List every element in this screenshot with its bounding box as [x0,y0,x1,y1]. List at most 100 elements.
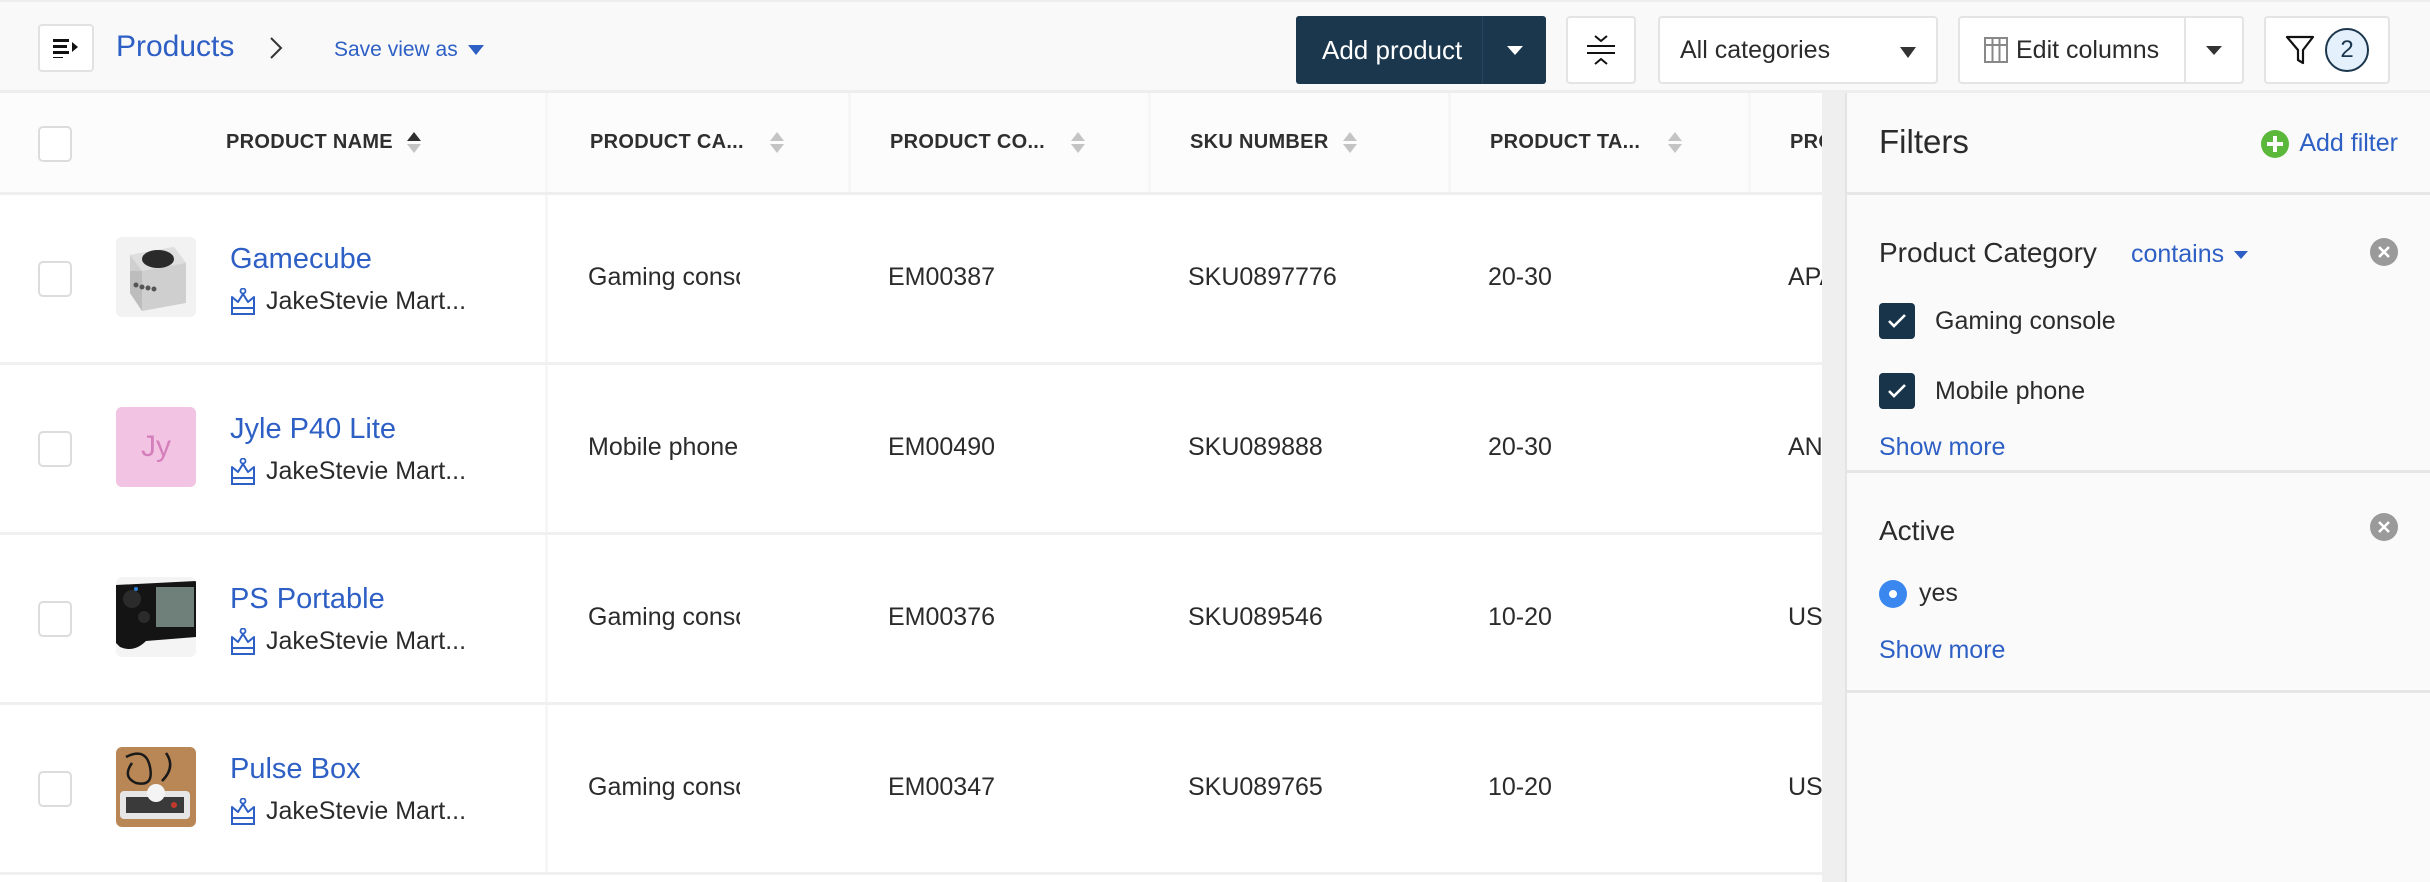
cell-sku-number: SKU089888 [1188,433,1323,461]
cell-truncated: US [1788,603,1822,631]
filter-option-mobile-phone[interactable]: Mobile phone [1879,373,2085,409]
edit-columns-label: Edit columns [2016,35,2160,64]
add-product-button[interactable]: Add product [1296,16,1482,84]
column-header-label: PRO [1790,131,1822,153]
row-checkbox[interactable] [38,771,72,807]
cell-product-code: EM00490 [888,433,996,461]
product-name-link[interactable]: Gamecube [230,243,372,276]
filter-option-gaming-console[interactable]: Gaming console [1879,303,2116,339]
chevron-down-icon [467,45,484,55]
cell-product-tag: 10-20 [1488,603,1552,631]
column-divider[interactable] [545,93,548,192]
filter-operator-dropdown[interactable]: contains [2131,240,2249,269]
close-icon [2378,521,2390,533]
column-header-product-code[interactable]: PRODUCT CO... [890,93,1086,192]
row-density-button[interactable] [1566,16,1636,84]
remove-filter-button[interactable] [2370,513,2398,541]
cell-product-code: EM00387 [888,263,996,291]
chevron-down-icon [1900,46,1916,58]
column-divider[interactable] [848,93,851,192]
product-owner: JakeStevie Mart... [230,287,466,316]
sort-ascending-icon [406,132,421,153]
owner-name: JakeStevie Mart... [266,287,467,315]
controller-image-icon [116,747,196,827]
filters-panel: Filters Add filter Product Category cont… [1845,93,2430,882]
column-header-product-tag[interactable]: PRODUCT TA... [1490,93,1683,192]
category-select[interactable]: All categories [1658,16,1938,84]
filter-option-yes[interactable]: yes [1879,579,1958,608]
cell-truncated: APAC [1788,263,1822,291]
sidebar-toggle-button[interactable] [38,24,94,72]
column-divider [545,535,548,702]
product-initials-avatar: Jy [116,407,196,487]
row-checkbox[interactable] [38,431,72,467]
column-header-label: PRODUCT CO... [890,131,1046,153]
edit-columns-button[interactable]: Edit columns [1960,18,2186,82]
crown-icon [231,287,255,315]
active-filter-count-badge: 2 [2325,28,2369,72]
column-header-label: PRODUCT CA... [590,131,744,153]
column-divider [545,365,548,532]
cell-truncated: ANZ [1788,433,1822,461]
filter-toggle-button[interactable]: 2 [2264,16,2390,84]
product-name-link[interactable]: Jyle P40 Lite [230,413,396,446]
table-columns-icon [1984,37,2008,63]
product-name-link[interactable]: Pulse Box [230,753,361,786]
close-icon [2378,246,2390,258]
table-row[interactable]: Jy Jyle P40 Lite JakeStevie Mart... Mobi… [0,365,1822,535]
select-all-checkbox[interactable] [38,126,72,162]
add-product-menu-button[interactable] [1482,16,1546,84]
column-divider[interactable] [1448,93,1451,192]
cell-product-tag: 20-30 [1488,433,1552,461]
save-view-as-label: Save view as [334,38,458,61]
edit-columns-menu-button[interactable] [2186,18,2242,82]
cell-product-tag: 10-20 [1488,773,1552,801]
owner-name: JakeStevie Mart... [266,627,467,655]
sort-icon [769,132,784,153]
cell-truncated: US [1788,773,1822,801]
owner-name: JakeStevie Mart... [266,457,467,485]
top-toolbar: Products Save view as Add product All ca… [0,0,2430,93]
column-header-product-category[interactable]: PRODUCT CA... [590,93,784,192]
column-header-product-name[interactable]: PRODUCT NAME [226,93,421,192]
column-divider[interactable] [1148,93,1151,192]
column-divider[interactable] [1748,93,1751,192]
remove-filter-button[interactable] [2370,238,2398,266]
filter-section-active: Active yes Show more [1847,473,2430,693]
filter-icon [2285,35,2315,65]
add-product-split-button: Add product [1296,16,1546,84]
crown-icon [231,627,255,655]
table-row[interactable]: Gamecube JakeStevie Mart... Gaming conso… [0,195,1822,365]
collapse-rows-icon [1587,35,1615,65]
save-view-as-dropdown[interactable]: Save view as [334,38,484,62]
table-row[interactable]: PS Portable JakeStevie Mart... Gaming co… [0,535,1822,705]
column-header-truncated[interactable]: PRO [1790,93,1822,192]
sort-icon [1668,132,1683,153]
cell-product-code: EM00347 [888,773,996,801]
cell-product-category: Mobile phone [588,433,739,461]
column-header-sku-number[interactable]: SKU NUMBER [1190,93,1357,192]
products-table: PRODUCT NAME PRODUCT CA... PRODUCT CO...… [0,93,1822,882]
checkbox-checked[interactable] [1879,303,1915,339]
radio-selected[interactable] [1879,579,1907,608]
table-row[interactable]: Pulse Box JakeStevie Mart... Gaming cons… [0,705,1822,875]
category-select-value: All categories [1680,35,1831,64]
table-header: PRODUCT NAME PRODUCT CA... PRODUCT CO...… [0,93,1822,195]
breadcrumb-products[interactable]: Products [116,30,234,64]
column-header-label: PRODUCT NAME [226,131,393,153]
add-filter-button[interactable]: Add filter [2261,129,2398,158]
cell-product-category: Gaming console [588,263,740,291]
row-checkbox[interactable] [38,261,72,297]
show-more-link[interactable]: Show more [1879,636,2005,665]
panel-resize-gutter[interactable] [1822,93,1845,882]
product-thumbnail [116,237,196,317]
filter-option-label: yes [1919,579,1958,607]
row-checkbox[interactable] [38,601,72,637]
filters-title: Filters [1879,123,1969,160]
show-more-link[interactable]: Show more [1879,433,2005,462]
cell-product-tag: 20-30 [1488,263,1552,291]
product-name-link[interactable]: PS Portable [230,583,385,616]
checkbox-checked[interactable] [1879,373,1915,409]
product-owner: JakeStevie Mart... [230,797,466,826]
filter-option-label: Gaming console [1935,306,2116,335]
